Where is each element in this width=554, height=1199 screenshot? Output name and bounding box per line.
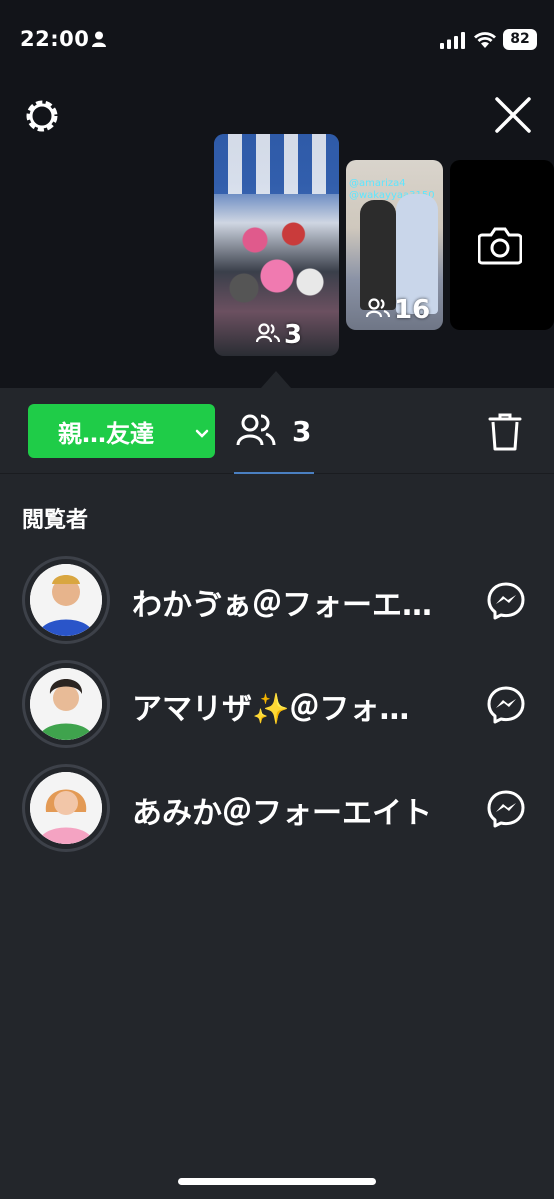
battery-indicator: 82	[503, 29, 537, 50]
story-viewer-count: 3	[255, 320, 302, 350]
audience-label: 親…友達	[58, 419, 154, 448]
chevron-down-icon	[195, 424, 209, 443]
messenger-icon[interactable]	[486, 789, 526, 833]
status-bar: 22:00 82	[0, 0, 554, 80]
story-toolbar: 親…友達 3	[0, 388, 554, 474]
messenger-icon[interactable]	[486, 685, 526, 729]
messenger-icon[interactable]	[486, 581, 526, 625]
story-viewer-count: 16	[365, 295, 430, 325]
viewers-count: 3	[292, 415, 312, 448]
viewer-name: わかゔぁ＠フォーエ…	[132, 588, 432, 623]
avatar[interactable]	[22, 660, 110, 748]
signal-icon	[440, 32, 466, 53]
viewers-icon	[236, 413, 276, 451]
delete-trash-icon[interactable]	[488, 412, 522, 456]
status-time: 22:00	[20, 27, 90, 51]
close-icon[interactable]	[494, 96, 532, 138]
audience-selector-button[interactable]: 親…友達	[28, 404, 215, 458]
add-story-camera-card[interactable]	[450, 160, 554, 330]
story-photo-group	[222, 204, 332, 324]
story-thumbnail-2[interactable]: @amariza4 @wakayyaa3150 16	[346, 160, 443, 330]
tab-viewers[interactable]: 3	[234, 388, 314, 474]
viewer-name: アマリザ✨＠フォ…	[132, 692, 410, 727]
person-icon	[92, 31, 106, 51]
story-photo-backdrop	[214, 134, 339, 194]
story-thumbnail-1[interactable]: 3	[214, 134, 339, 356]
viewers-section-title: 閲覧者	[22, 508, 89, 533]
avatar[interactable]	[22, 764, 110, 852]
viewer-row[interactable]: アマリザ✨＠フォ…	[0, 660, 554, 750]
settings-gear-icon[interactable]	[22, 96, 62, 140]
viewers-icon	[365, 295, 391, 325]
story-mention: @amariza4	[349, 178, 406, 189]
wifi-icon	[473, 30, 497, 53]
story-photo-person	[360, 200, 396, 310]
camera-icon	[477, 225, 523, 269]
avatar[interactable]	[22, 556, 110, 644]
viewers-icon	[255, 320, 281, 350]
viewer-row[interactable]: わかゔぁ＠フォーエ…	[0, 556, 554, 646]
home-indicator[interactable]	[178, 1178, 376, 1185]
viewer-row[interactable]: あみか＠フォーエイト	[0, 764, 554, 854]
viewer-name: あみか＠フォーエイト	[132, 796, 432, 831]
selected-story-pointer	[261, 371, 291, 388]
story-preview-area: 22:00 82 3 @amariza4 @wakayyaa3150 16	[0, 0, 554, 388]
